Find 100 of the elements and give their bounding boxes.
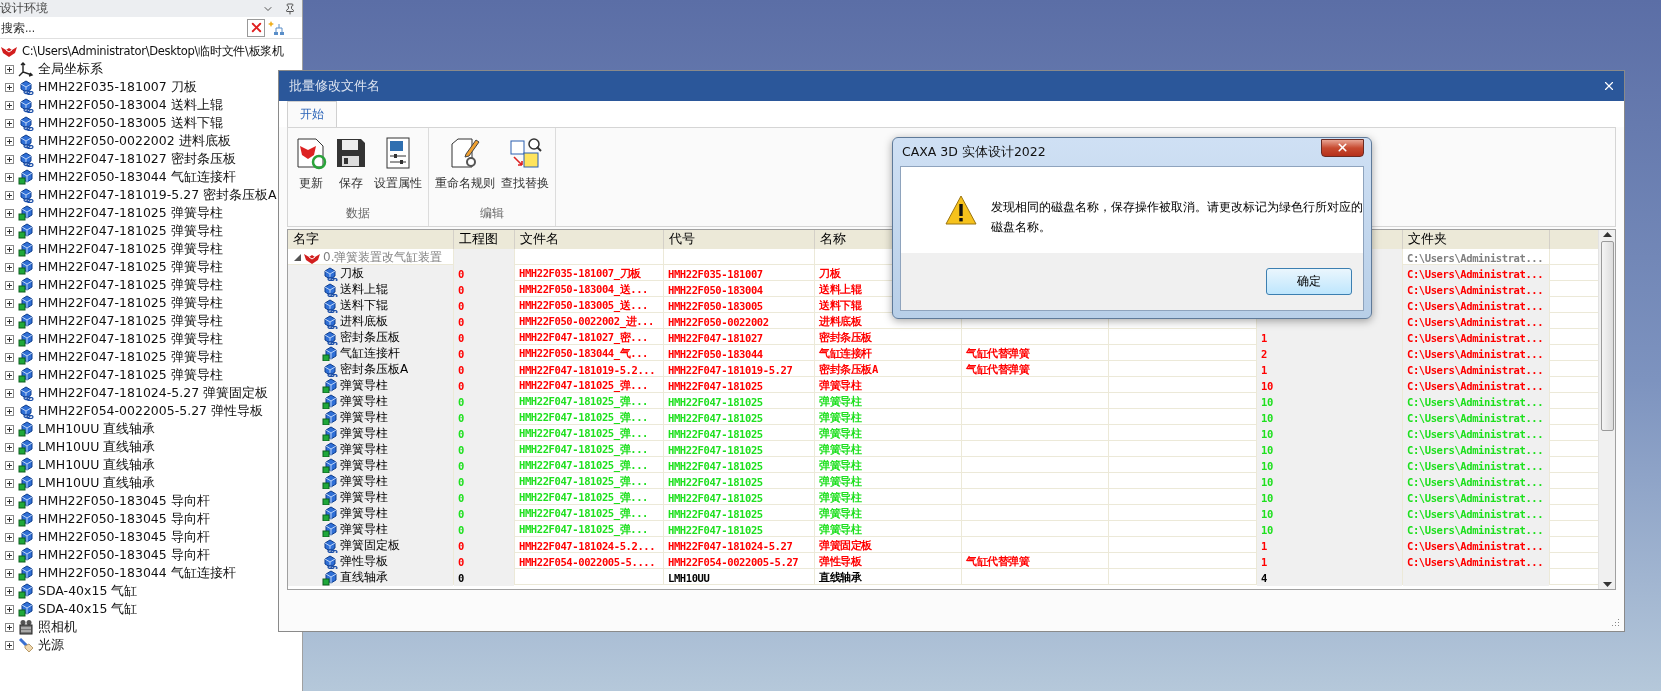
table-cell-text: 弹簧导柱 bbox=[818, 521, 863, 537]
column-header[interactable]: 名字 bbox=[288, 230, 453, 249]
tree-item[interactable]: HMH22F050-0022002 进料底板 bbox=[38, 132, 231, 150]
table-cell-text: HMH22F047-181025 bbox=[667, 506, 764, 522]
table-cell-text: 刀板 bbox=[818, 265, 842, 281]
table-cell-text: 弹簧导柱 bbox=[818, 457, 863, 473]
part-name: 弹簧导柱 bbox=[340, 393, 388, 410]
ribbon-tab[interactable]: 开始 bbox=[287, 101, 337, 127]
table-cell-text: 弹簧导柱 bbox=[818, 409, 863, 425]
tree-item[interactable]: HMH22F047-181025 弹簧导柱 bbox=[38, 348, 223, 366]
tree-item[interactable]: HMH22F047-181027 密封条压板 bbox=[38, 150, 236, 168]
tree-item[interactable]: HMH22F047-181025 弹簧导柱 bbox=[38, 366, 223, 384]
column-header[interactable]: 文件夹 bbox=[1403, 230, 1549, 249]
ribbon-button[interactable]: 更新 bbox=[292, 134, 330, 194]
table-cell-text: HMH22F047-181024-5.2... bbox=[518, 538, 657, 554]
tree-item[interactable]: HMH22F047-181019-5.27 密封条压板A bbox=[38, 186, 277, 204]
tree-item[interactable]: C:\Users\Administrator\Desktop\临时文件\板浆机 bbox=[22, 43, 284, 59]
tree-item[interactable]: HMH22F050-183005 送料下辊 bbox=[38, 114, 223, 132]
tree-item[interactable]: LMH10UU 直线轴承 bbox=[38, 420, 156, 438]
table-cell-text: HMH22F047-181025_弹... bbox=[518, 393, 650, 410]
part-name: 弹簧导柱 bbox=[340, 441, 388, 458]
table-cell-text: HMH22F047-181025 bbox=[667, 442, 764, 458]
tree-item[interactable]: HMH22F047-181025 弹簧导柱 bbox=[38, 258, 223, 276]
table-cell-text: HMH22F054-0022005-5.... bbox=[518, 554, 657, 570]
table-cell-text: 气缸代替弹簧 bbox=[965, 553, 1031, 569]
tree-item[interactable]: HMH22F050-183044 气缸连接杆 bbox=[38, 564, 236, 582]
table-cell-text: LMH10UU bbox=[667, 570, 711, 586]
table-cell-text: 直线轴承 bbox=[818, 569, 863, 585]
ribbon-button[interactable]: 查找替换 bbox=[499, 134, 551, 194]
tree-item[interactable]: HMH22F047-181025 弹簧导柱 bbox=[38, 312, 223, 330]
part-name: 送料下辊 bbox=[340, 297, 388, 314]
tree-item[interactable]: SDA-40x15 气缸 bbox=[38, 600, 138, 618]
table-cell-text: HMH22F047-181025 bbox=[667, 474, 764, 490]
part-name: 弹簧导柱 bbox=[340, 521, 388, 538]
tree-item[interactable]: 光源 bbox=[38, 636, 64, 654]
part-name: 密封条压板A bbox=[340, 361, 409, 378]
table-cell-text: HMH22F047-181025_弹... bbox=[518, 521, 650, 538]
column-header[interactable]: 文件名 bbox=[515, 230, 663, 249]
part-name: 弹簧导柱 bbox=[340, 473, 388, 490]
table-cell-text: HMH22F047-181025_弹... bbox=[518, 457, 650, 474]
table-cell-text: HMH22F047-181025 bbox=[667, 378, 764, 394]
name-cell[interactable]: 0.弹簧装置改气缸装置 bbox=[288, 249, 453, 266]
tree-item[interactable]: 照相机 bbox=[38, 618, 77, 636]
tree-item[interactable]: HMH22F050-183045 导向杆 bbox=[38, 528, 210, 546]
tree-item[interactable]: HMH22F050-183044 气缸连接杆 bbox=[38, 168, 236, 186]
ribbon-button[interactable]: 设置属性 bbox=[372, 134, 424, 194]
table-cell-text: 气缸代替弹簧 bbox=[965, 345, 1031, 361]
name-cell[interactable]: 直线轴承 bbox=[288, 569, 453, 586]
group-label: 数据 bbox=[346, 205, 370, 222]
table-cell-text: 进料底板 bbox=[818, 313, 863, 329]
column-header[interactable]: 代号 bbox=[664, 230, 814, 249]
tree-item[interactable]: LMH10UU 直线轴承 bbox=[38, 456, 156, 474]
part-name: 0.弹簧装置改气缸装置 bbox=[323, 249, 443, 266]
table-cell-text: 弹簧导柱 bbox=[818, 489, 863, 505]
part-name: 弹簧导柱 bbox=[340, 489, 388, 506]
tree-item[interactable]: HMH22F054-0022005-5.27 弹性导板 bbox=[38, 402, 264, 420]
tree-item[interactable]: HMH22F047-181025 弹簧导柱 bbox=[38, 204, 223, 222]
tree-item[interactable]: HMH22F047-181025 弹簧导柱 bbox=[38, 276, 223, 294]
tree-item[interactable]: HMH22F050-183004 送料上辊 bbox=[38, 96, 223, 114]
table-cell-text: 送料下辊 bbox=[818, 297, 863, 313]
tree-item[interactable]: SDA-40x15 气缸 bbox=[38, 582, 138, 600]
tree-item[interactable]: 全局坐标系 bbox=[38, 60, 103, 78]
table-cell-text: 弹簧导柱 bbox=[818, 473, 863, 489]
table-cell-text: HMH22F050-183005_送... bbox=[518, 297, 650, 314]
table-cell-text: 弹簧导柱 bbox=[818, 441, 863, 457]
tree-item[interactable]: HMH22F050-183045 导向杆 bbox=[38, 510, 210, 528]
table-cell-text: HMH22F047-181027 bbox=[667, 330, 764, 346]
table-cell-text: 弹簧固定板 bbox=[818, 537, 873, 553]
column-header[interactable]: 工程图 bbox=[454, 230, 514, 249]
table-cell-text: 弹性导板 bbox=[818, 553, 863, 569]
tree-item[interactable]: HMH22F047-181025 弹簧导柱 bbox=[38, 222, 223, 240]
table-cell-text: HMH22F047-181025_弹... bbox=[518, 473, 650, 490]
tree-item[interactable]: HMH22F050-183045 导向杆 bbox=[38, 546, 210, 564]
window-title: 批量修改文件名 bbox=[289, 77, 380, 95]
tree-item[interactable]: HMH22F047-181025 弹簧导柱 bbox=[38, 330, 223, 348]
table-cell-text: HMH22F047-181025_弹... bbox=[518, 505, 650, 522]
table-cell-text: HMH22F050-183004_送... bbox=[518, 281, 650, 298]
tree-item[interactable]: HMH22F047-181025 弹簧导柱 bbox=[38, 240, 223, 258]
ribbon-button[interactable]: 保存 bbox=[332, 134, 370, 194]
table-cell-text: HMH22F047-181025_弹... bbox=[518, 377, 650, 394]
group-label: 编辑 bbox=[480, 205, 504, 222]
tree-item[interactable]: HMH22F050-183045 导向杆 bbox=[38, 492, 210, 510]
tree-item[interactable]: LMH10UU 直线轴承 bbox=[38, 474, 156, 492]
table-cell-text: HMH22F047-181025_弹... bbox=[518, 441, 650, 458]
table-cell-text: HMH22F047-181025 bbox=[667, 394, 764, 410]
ok-button[interactable]: 确定 bbox=[1266, 268, 1352, 295]
ribbon-button[interactable]: 重命名规则 bbox=[433, 134, 497, 194]
tree-item[interactable]: LMH10UU 直线轴承 bbox=[38, 438, 156, 456]
table-cell-text: 气缸代替弹簧 bbox=[965, 361, 1031, 377]
tree-item[interactable]: HMH22F035-181007 刀板 bbox=[38, 78, 197, 96]
table-cell-text: HMH22F047-181025 bbox=[667, 410, 764, 426]
message-box-title: CAXA 3D 实体设计2022 bbox=[902, 143, 1046, 161]
part-name: 弹簧导柱 bbox=[340, 425, 388, 442]
tree-item[interactable]: HMH22F047-181024-5.27 弹簧固定板 bbox=[38, 384, 269, 402]
table-cell-text: 送料上辊 bbox=[818, 281, 863, 297]
tree-item[interactable]: HMH22F047-181025 弹簧导柱 bbox=[38, 294, 223, 312]
part-name: 弹簧固定板 bbox=[340, 537, 400, 554]
table-cell-text: HMH22F050-183044_气... bbox=[518, 345, 650, 362]
table-cell-text: HMH22F047-181025_弹... bbox=[518, 409, 650, 426]
table-cell-text: 弹簧导柱 bbox=[818, 425, 863, 441]
